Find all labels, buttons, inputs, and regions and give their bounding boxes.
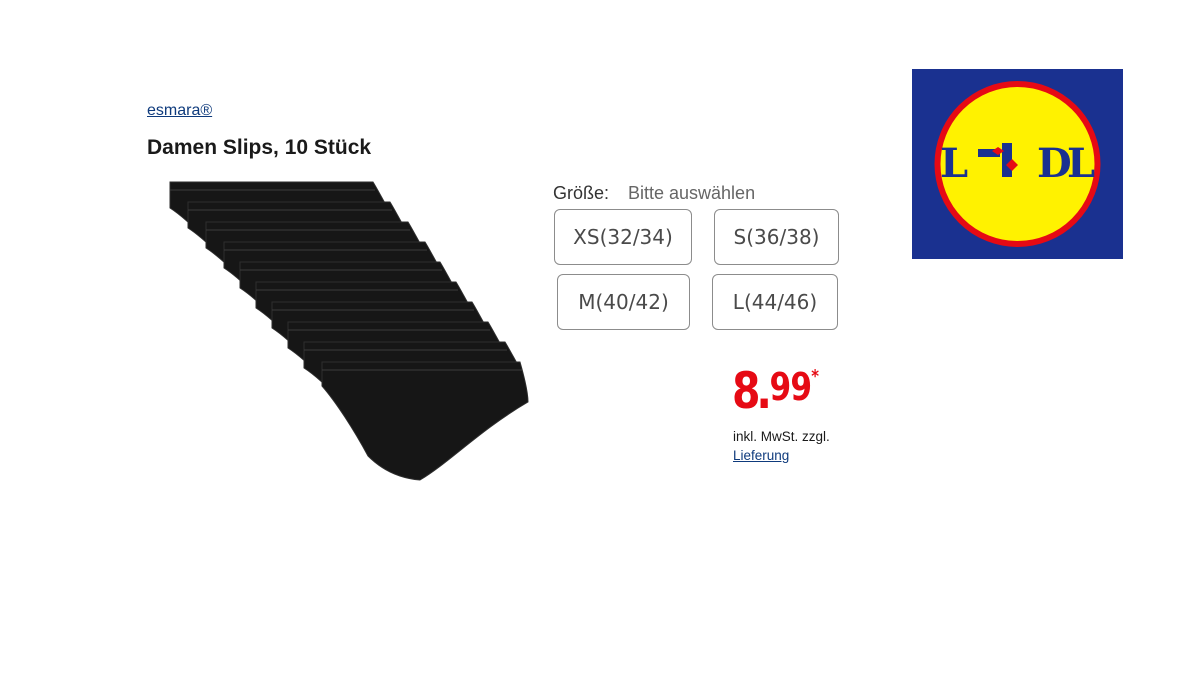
lidl-logo: L D L [912, 69, 1123, 259]
size-option-m[interactable]: M(40/42) [557, 274, 690, 330]
tax-note: inkl. MwSt. zzgl. [733, 429, 830, 444]
price-cents: 99 [769, 365, 813, 409]
svg-text:L: L [1067, 140, 1095, 187]
svg-text:L: L [940, 140, 968, 187]
price-euros: 8 [732, 362, 761, 420]
size-option-s[interactable]: S(36/38) [714, 209, 839, 265]
size-label: Größe: [553, 183, 610, 203]
size-placeholder: Bitte auswählen [628, 183, 756, 203]
size-option-l[interactable]: L(44/46) [712, 274, 838, 330]
price: 8 . 99 * [732, 366, 819, 416]
product-image [160, 180, 540, 490]
product-title: Damen Slips, 10 Stück [147, 136, 372, 159]
delivery-link[interactable]: Lieferung [733, 448, 789, 463]
price-asterisk: * [811, 366, 820, 387]
size-option-xs[interactable]: XS(32/34) [554, 209, 692, 265]
brand-link[interactable]: esmara® [147, 102, 212, 120]
